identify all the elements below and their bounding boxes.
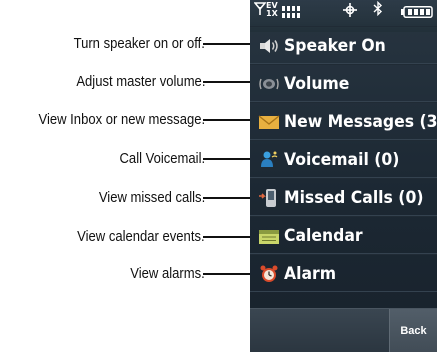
antenna-icon [253, 1, 267, 20]
callout-voicemail: Call Voicemail. [0, 147, 275, 171]
volume-icon [257, 74, 281, 94]
menu-item-label: Voicemail (0) [284, 150, 400, 170]
callout-speaker: Turn speaker on or off. [0, 32, 275, 56]
alarm-icon [257, 264, 281, 284]
menu-item-label: New Messages (3) [284, 112, 437, 132]
callout-text: View missed calls. [98, 190, 205, 206]
signal-bars-icon [282, 3, 302, 22]
missed-calls-icon [257, 188, 281, 208]
menu-item-label: Missed Calls (0) [284, 188, 424, 208]
envelope-icon [257, 112, 281, 132]
callout-missed-calls: View missed calls. [0, 186, 275, 210]
location-icon [343, 2, 357, 21]
bluetooth-icon [373, 0, 383, 20]
softkey-bar: Back [250, 308, 437, 352]
speaker-icon [257, 36, 281, 56]
callout-text: Call Voicemail. [119, 151, 205, 167]
callout-text: View calendar events. [77, 229, 205, 245]
callout-text: View alarms. [130, 266, 205, 282]
back-button[interactable]: Back [389, 309, 437, 352]
callout-volume: Adjust master volume. [0, 70, 275, 94]
menu-item-new-messages[interactable]: New Messages (3) [250, 102, 437, 140]
phone-screen: EV 1X Speaker On Volume New Messages (3)… [250, 0, 437, 352]
menu-item-label: Speaker On [284, 36, 386, 56]
callout-alarm: View alarms. [0, 262, 275, 286]
menu-item-missed-calls[interactable]: Missed Calls (0) [250, 178, 437, 216]
menu-item-label: Alarm [284, 264, 337, 284]
menu-item-volume[interactable]: Volume [250, 64, 437, 102]
callout-text: Adjust master volume. [75, 74, 205, 90]
callout-text: View Inbox or new message. [38, 112, 205, 128]
menu-item-voicemail[interactable]: Voicemail (0) [250, 140, 437, 178]
network-type-label: EV 1X [266, 1, 278, 18]
callout-calendar: View calendar events. [0, 225, 275, 249]
menu-item-label: Volume [284, 74, 350, 94]
menu-item-speaker[interactable]: Speaker On [250, 26, 437, 64]
callout-messages: View Inbox or new message. [0, 108, 275, 132]
voicemail-icon [257, 150, 281, 170]
menu-item-alarm[interactable]: Alarm [250, 254, 437, 292]
callout-text: Turn speaker on or off. [73, 36, 205, 52]
calendar-icon [257, 226, 281, 246]
battery-icon [401, 3, 433, 22]
menu-item-calendar[interactable]: Calendar [250, 216, 437, 254]
menu-item-label: Calendar [284, 226, 363, 246]
